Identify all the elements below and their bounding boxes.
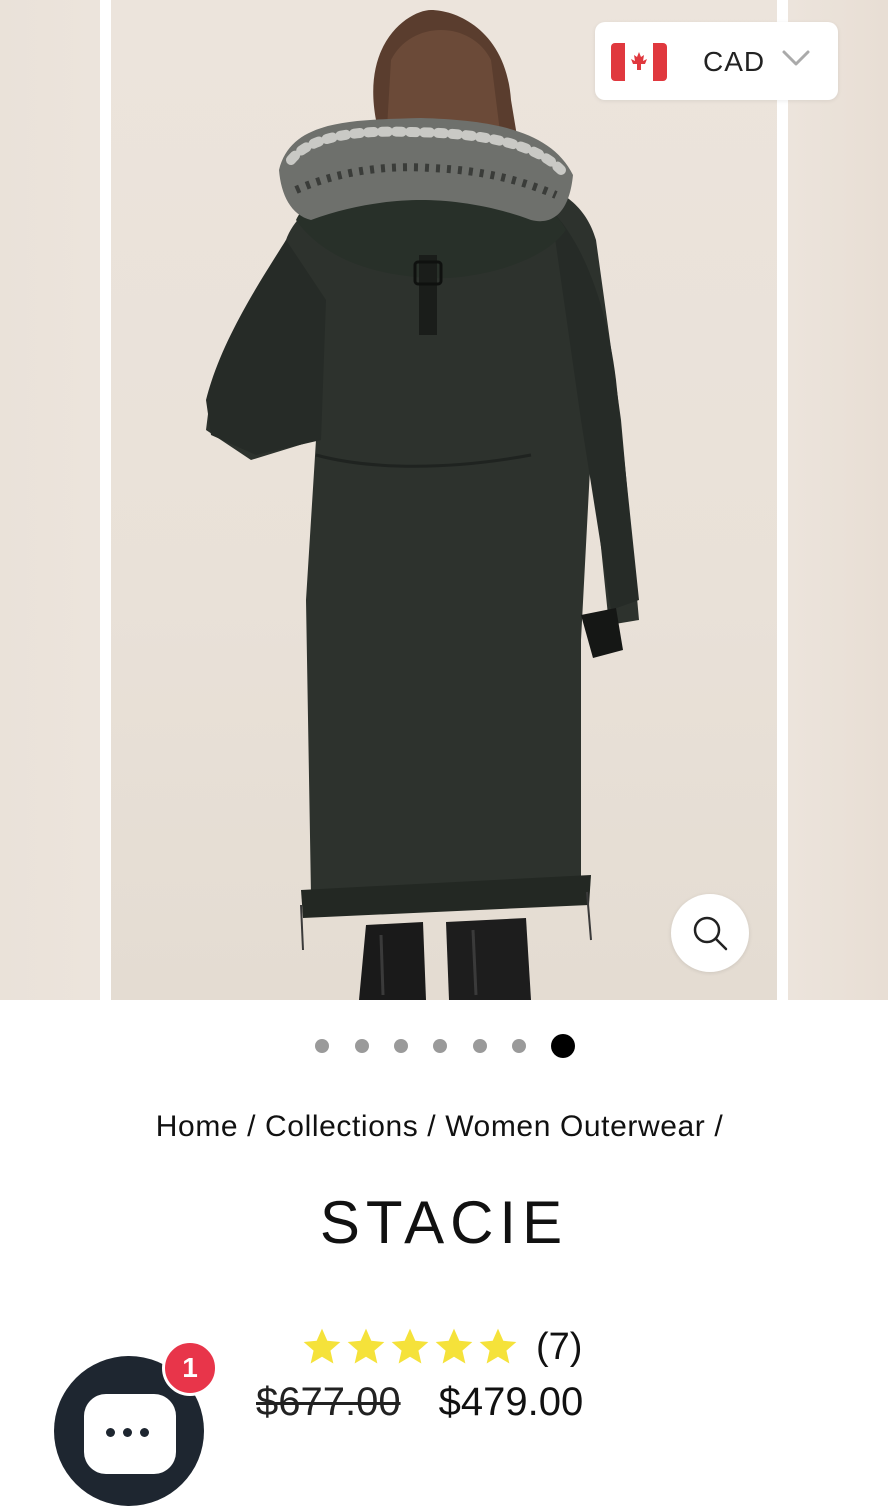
next-slide-peek[interactable] — [788, 0, 888, 1000]
price: $677.00 $479.00 — [256, 1374, 583, 1430]
product-photo — [206, 10, 639, 1000]
product-rating[interactable]: (7) — [300, 1322, 582, 1372]
breadcrumb-separator: / — [238, 1110, 266, 1143]
star-icon — [479, 1328, 517, 1364]
canada-flag-icon — [611, 43, 667, 81]
product-gallery[interactable]: CAD — [0, 0, 888, 1000]
star-icon — [435, 1328, 473, 1364]
carousel-dot[interactable] — [433, 1039, 447, 1053]
zoom-button[interactable] — [671, 894, 749, 972]
chat-bubble-icon — [84, 1394, 176, 1474]
review-count[interactable]: (7) — [536, 1326, 582, 1369]
carousel-dot[interactable] — [394, 1039, 408, 1053]
magnifier-icon — [693, 916, 728, 951]
chevron-down-icon — [782, 50, 810, 66]
breadcrumb-separator: / — [418, 1110, 446, 1143]
breadcrumb-separator: / — [705, 1110, 733, 1143]
star-icon — [303, 1328, 341, 1364]
breadcrumb-home[interactable]: Home — [156, 1110, 238, 1143]
carousel-dot[interactable] — [315, 1039, 329, 1053]
currency-code: CAD — [703, 46, 766, 77]
star-rating — [300, 1325, 520, 1369]
carousel-dot[interactable] — [355, 1039, 369, 1053]
unread-badge: 1 — [162, 1340, 218, 1396]
product-title: STACIE — [319, 1189, 569, 1256]
original-price: $677.00 — [256, 1379, 401, 1424]
breadcrumb: Home / Collections / Women Outerwear / — [0, 1110, 888, 1144]
breadcrumb-women-outerwear[interactable]: Women Outerwear — [445, 1110, 705, 1143]
carousel-dot[interactable] — [512, 1039, 526, 1053]
previous-slide-peek[interactable] — [0, 0, 100, 1000]
star-icon — [347, 1328, 385, 1364]
currency-selector[interactable]: CAD — [595, 22, 838, 100]
carousel-dot-active[interactable] — [551, 1034, 575, 1058]
carousel-dot[interactable] — [473, 1039, 487, 1053]
sale-price: $479.00 — [438, 1379, 584, 1424]
breadcrumb-collections[interactable]: Collections — [265, 1110, 418, 1143]
product-image[interactable] — [111, 0, 777, 1000]
star-icon — [391, 1328, 429, 1364]
